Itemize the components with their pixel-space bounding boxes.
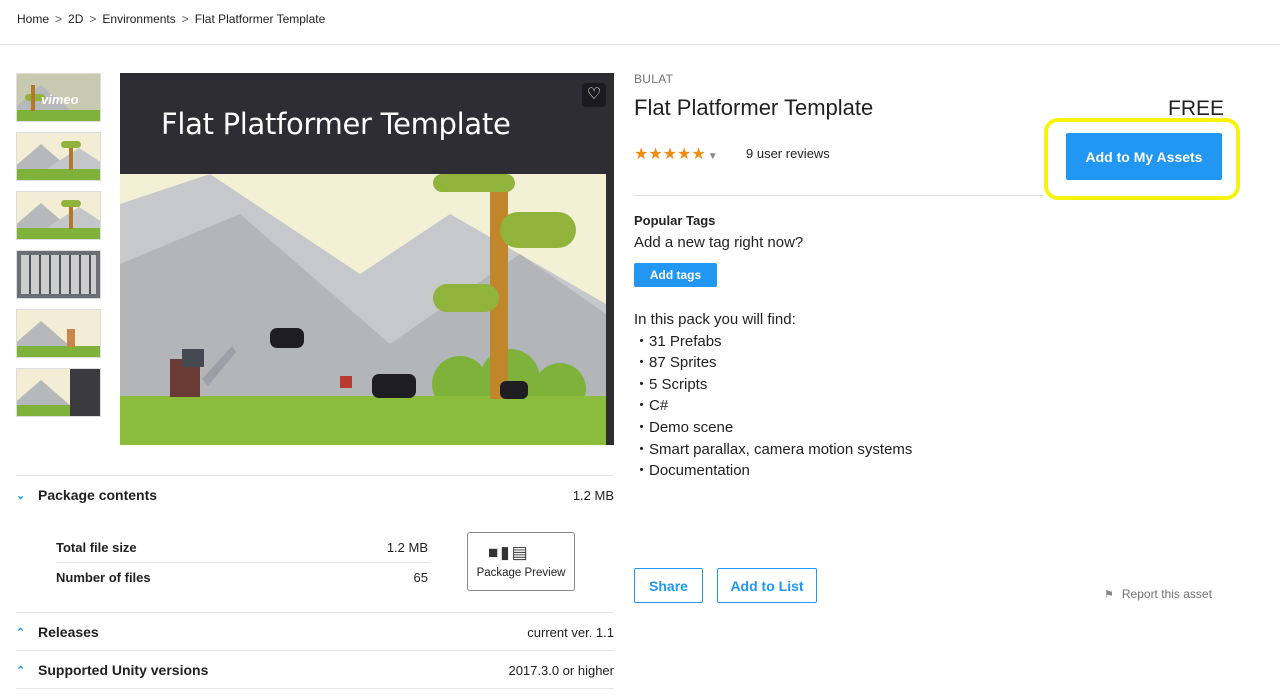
publisher-name[interactable]: BULAT — [634, 72, 673, 86]
releases-value: current ver. 1.1 — [527, 625, 614, 640]
number-of-files-value: 65 — [413, 570, 428, 585]
heart-icon[interactable]: ♡ — [582, 83, 606, 107]
list-item: ・31 Prefabs — [634, 332, 722, 350]
document-icon: ▤ — [511, 543, 530, 562]
total-file-size-value: 1.2 MB — [386, 540, 428, 555]
report-asset-link[interactable]: ⚑ Report this asset — [1104, 587, 1212, 601]
product-description: In this pack you will find: ・31 Prefabs … — [634, 309, 912, 482]
product-title: Flat Platformer Template — [634, 95, 874, 120]
star-icons: ★★★★★ — [634, 146, 706, 163]
breadcrumb-2d[interactable]: 2D — [68, 12, 83, 26]
package-size: 1.2 MB — [572, 488, 614, 503]
file-icons: ■▮▤ — [488, 543, 530, 563]
list-item: ・Documentation — [634, 462, 750, 480]
chevron-up-icon[interactable]: ⌃ — [16, 664, 25, 677]
section-divider — [634, 195, 1044, 196]
main-preview-image[interactable]: Flat Platformer Template ♡ — [120, 73, 614, 445]
flag-icon: ⚑ — [1104, 589, 1114, 601]
thumbnail-3[interactable] — [16, 191, 101, 240]
package-preview-label: Package Preview — [476, 567, 566, 579]
rating-stars[interactable]: ★★★★★ ▼ — [634, 144, 718, 164]
breadcrumb-separator: > — [55, 12, 63, 26]
section-divider — [16, 612, 614, 613]
breadcrumb-environments[interactable]: Environments — [102, 12, 175, 26]
popular-tags-heading: Popular Tags — [634, 213, 716, 228]
list-item: ・87 Sprites — [634, 354, 717, 372]
vimeo-logo: vimeo — [41, 92, 79, 107]
chevron-down-icon[interactable]: ⌄ — [16, 489, 25, 502]
section-divider — [16, 650, 614, 651]
feature-list: ・31 Prefabs ・87 Sprites ・5 Scripts ・C# ・… — [634, 331, 912, 482]
description-intro: In this pack you will find: — [634, 311, 796, 328]
section-divider — [16, 688, 614, 689]
thumbnail-5[interactable] — [16, 309, 101, 358]
game-scene-art — [120, 174, 606, 445]
breadcrumb: Home >2D > Environments > Flat Platformer Tem… — [17, 12, 325, 26]
thumbnail-2[interactable] — [16, 132, 101, 181]
list-item: ・C# — [634, 397, 669, 415]
row-divider — [56, 562, 430, 563]
package-preview-button[interactable]: ■▮▤ Package Preview — [467, 532, 575, 591]
breadcrumb-home[interactable]: Home — [17, 12, 49, 26]
thumbnail-6[interactable] — [16, 368, 101, 417]
chevron-down-icon: ▼ — [707, 151, 718, 162]
number-of-files-label: Number of files — [56, 570, 151, 585]
list-item: ・Demo scene — [634, 418, 734, 436]
thumbnail-strip: vimeo — [16, 73, 102, 427]
user-reviews-link[interactable]: 9 user reviews — [746, 146, 830, 161]
supported-unity-toggle[interactable]: Supported Unity versions — [38, 662, 208, 678]
file-icon: ▮ — [500, 543, 512, 562]
popular-tags-subtext: Add a new tag right now? — [634, 234, 804, 251]
highlight-annotation — [1044, 118, 1240, 200]
report-label: Report this asset — [1121, 587, 1212, 601]
add-tags-button[interactable]: Add tags — [634, 263, 717, 287]
list-item: ・5 Scripts — [634, 375, 708, 393]
hero-title: Flat Platformer Template — [161, 107, 511, 141]
header-divider — [0, 44, 1280, 45]
breadcrumb-current[interactable]: Flat Platformer Template — [195, 12, 326, 26]
add-to-list-button[interactable]: Add to List — [717, 568, 817, 603]
breadcrumb-separator: > — [181, 12, 189, 26]
breadcrumb-separator: > — [89, 12, 97, 26]
folder-icon: ■ — [488, 543, 501, 562]
total-file-size-label: Total file size — [56, 540, 137, 555]
section-divider — [16, 475, 614, 476]
thumbnail-video[interactable]: vimeo — [16, 73, 101, 122]
thumbnail-4[interactable] — [16, 250, 101, 299]
chevron-up-icon[interactable]: ⌃ — [16, 626, 25, 639]
supported-unity-value: 2017.3.0 or higher — [508, 663, 614, 678]
releases-toggle[interactable]: Releases — [38, 624, 99, 640]
package-contents-toggle[interactable]: Package contents — [38, 487, 157, 503]
list-item: ・Smart parallax, camera motion systems — [634, 440, 913, 458]
share-button[interactable]: Share — [634, 568, 703, 603]
